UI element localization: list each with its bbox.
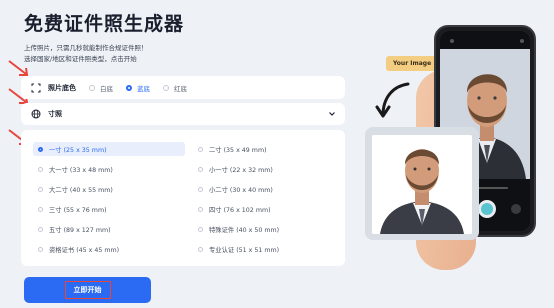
size-option-label: 专业认证 (51 x 51 mm) [209,246,280,254]
id-photo-portrait [372,135,472,234]
size-option-label: 小二寸 (30 x 40 mm) [209,186,273,194]
radio-icon [198,246,203,252]
size-option[interactable]: 小一寸 (22 x 32 mm) [193,162,333,176]
size-option[interactable]: 一寸 (25 x 35 mm) [33,142,185,156]
background-color-label: 照片底色 [48,83,76,92]
bg-option-label: 红底 [174,84,187,93]
size-option[interactable]: 五寸 (89 x 127 mm) [33,222,185,236]
radio-icon [89,84,95,91]
bg-option-label: 白底 [100,84,113,93]
size-option[interactable]: 大二寸 (40 x 55 mm) [33,182,185,196]
page-subtitle: 上传照片，只需几秒就能制作合规证件照！ 选择国家/地区和证件照类型，点击开始 [24,43,148,65]
size-option-label: 五寸 (89 x 127 mm) [49,226,111,234]
size-option[interactable]: 小二寸 (30 x 40 mm) [193,182,333,196]
your-image-badge: Your Image [386,56,439,71]
radio-icon [38,226,43,232]
bg-option-label: 蓝底 [137,84,150,93]
subtitle-line-1: 上传照片，只需几秒就能制作合规证件照！ [24,44,148,52]
id-photo [372,135,472,234]
radio-icon [198,226,203,232]
radio-icon [38,246,43,252]
bg-option-red[interactable]: 红底 [163,83,187,93]
radio-selected-icon [38,146,43,152]
radio-icon [38,186,43,192]
radio-icon [38,166,43,172]
start-button-label: 立即开始 [64,281,111,299]
size-option-label: 大二寸 (40 x 55 mm) [49,186,113,194]
size-option[interactable]: 专业认证 (51 x 51 mm) [193,242,333,256]
size-option-label: 资格证书 (45 x 45 mm) [49,246,120,254]
subtitle-line-2: 选择国家/地区和证件照类型，点击开始 [24,55,137,63]
size-options-list: 一寸 (25 x 35 mm) 二寸 (35 x 49 mm) 大一寸 (33 … [21,130,345,266]
crop-frame-icon [31,83,41,92]
size-option-label: 三寸 (55 x 76 mm) [49,206,107,214]
size-category-label: 寸照 [48,110,62,118]
id-photo-frame [365,127,479,240]
size-option-label: 一寸 (25 x 35 mm) [49,146,107,154]
chevron-down-icon [329,112,335,116]
background-color-row: 照片底色 白底 蓝底 红底 [21,76,345,99]
size-option-label: 二寸 (35 x 49 mm) [209,146,267,154]
radio-icon [198,206,203,212]
size-category-dropdown[interactable]: 寸照 [21,103,345,125]
radio-icon [38,206,43,212]
size-option-label: 特殊证件 (40 x 50 mm) [209,226,280,234]
page-title: 免费证件照生成器 [24,13,185,35]
radio-icon [198,166,203,172]
radio-icon [198,186,203,192]
radio-icon [198,146,203,152]
size-option-label: 四寸 (76 x 102 mm) [209,206,271,214]
size-option[interactable]: 特殊证件 (40 x 50 mm) [193,222,333,236]
size-option[interactable]: 资格证书 (45 x 45 mm) [33,242,185,256]
radio-icon [163,84,169,91]
size-option-label: 大一寸 (33 x 48 mm) [49,166,113,174]
bg-option-white[interactable]: 白底 [89,83,113,93]
globe-icon [31,109,41,119]
radio-selected-icon [126,84,132,91]
start-button[interactable]: 立即开始 [24,277,151,303]
size-option[interactable]: 三寸 (55 x 76 mm) [33,202,185,216]
size-option[interactable]: 二寸 (35 x 49 mm) [193,142,333,156]
curved-arrow-icon [375,82,410,118]
bg-option-blue[interactable]: 蓝底 [126,83,150,93]
size-option-label: 小一寸 (22 x 32 mm) [209,166,273,174]
size-option[interactable]: 大一寸 (33 x 48 mm) [33,162,185,176]
size-option[interactable]: 四寸 (76 x 102 mm) [193,202,333,216]
